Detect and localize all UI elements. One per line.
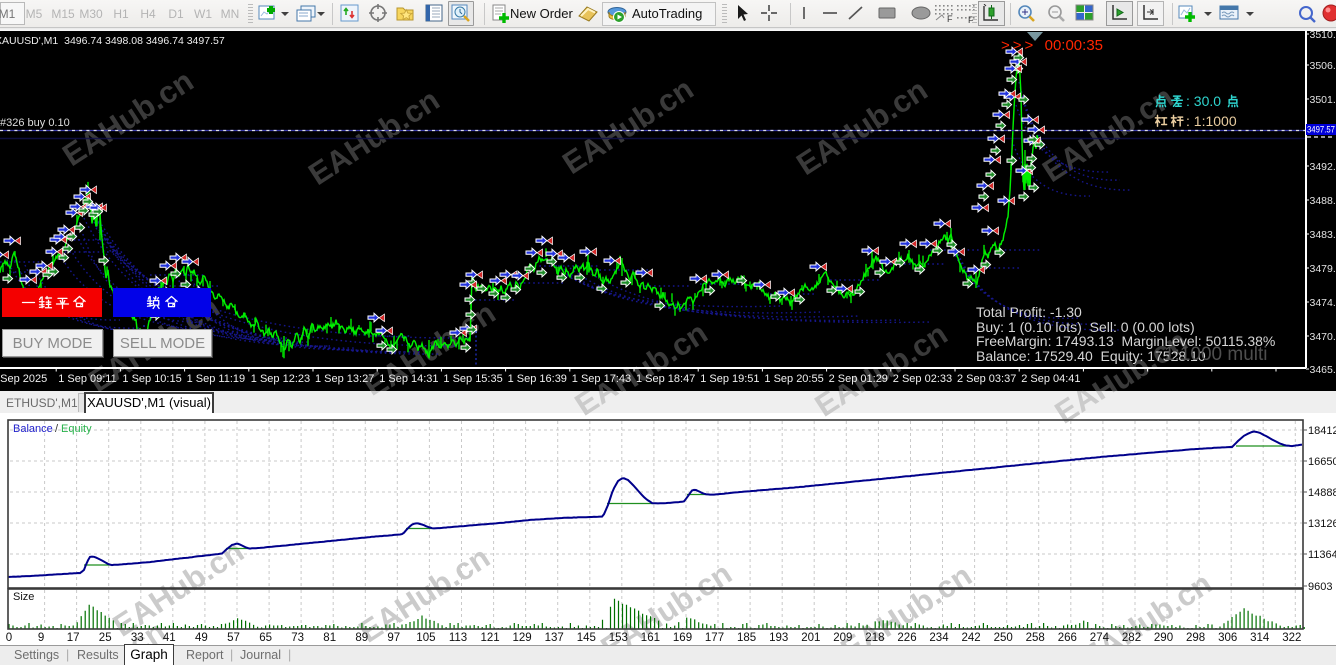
svg-text:113: 113 bbox=[449, 632, 467, 644]
svg-text:3474.6: 3474.6 bbox=[1310, 297, 1336, 309]
svg-text:EAHub.cn: EAHub.cn bbox=[56, 63, 199, 173]
svg-text:226: 226 bbox=[897, 632, 916, 644]
svg-text:97: 97 bbox=[387, 632, 400, 644]
svg-text:121: 121 bbox=[481, 632, 500, 644]
svg-text:201: 201 bbox=[801, 632, 820, 644]
svg-text:2 Sep 01:29: 2 Sep 01:29 bbox=[829, 373, 888, 385]
svg-text:/: / bbox=[55, 423, 59, 435]
svg-text:57: 57 bbox=[227, 632, 240, 644]
svg-text:33: 33 bbox=[131, 632, 144, 644]
svg-text:1 Sep 16:39: 1 Sep 16:39 bbox=[508, 373, 567, 385]
svg-text:16650: 16650 bbox=[1308, 456, 1336, 468]
svg-text:1 Sep 19:51: 1 Sep 19:51 bbox=[700, 373, 759, 385]
svg-text:3470.0: 3470.0 bbox=[1310, 331, 1336, 343]
svg-text:Balance: Balance bbox=[13, 423, 53, 435]
svg-text:25: 25 bbox=[99, 632, 112, 644]
svg-text:3501.6: 3501.6 bbox=[1310, 94, 1336, 106]
svg-text:1 Sep 17:43: 1 Sep 17:43 bbox=[572, 373, 631, 385]
svg-text:3492.6: 3492.6 bbox=[1310, 161, 1336, 173]
svg-text:: 30.0: : 30.0 bbox=[1186, 93, 1221, 109]
svg-text:73: 73 bbox=[291, 632, 304, 644]
svg-text:177: 177 bbox=[705, 632, 724, 644]
svg-text:EAHub.cn: EAHub.cn bbox=[556, 71, 699, 181]
svg-text:2 Sep 04:41: 2 Sep 04:41 bbox=[1021, 373, 1080, 385]
svg-text:3488.1: 3488.1 bbox=[1310, 195, 1336, 207]
svg-text:11364: 11364 bbox=[1308, 549, 1336, 561]
svg-text:234: 234 bbox=[929, 632, 949, 644]
svg-text:290: 290 bbox=[1154, 632, 1173, 644]
svg-text:0: 0 bbox=[6, 632, 12, 644]
svg-text:153: 153 bbox=[609, 632, 628, 644]
svg-text:1 Sep 20:55: 1 Sep 20:55 bbox=[764, 373, 823, 385]
svg-text:105: 105 bbox=[416, 632, 435, 644]
svg-text:266: 266 bbox=[1058, 632, 1077, 644]
svg-text:169: 169 bbox=[673, 632, 692, 644]
svg-text:306: 306 bbox=[1218, 632, 1237, 644]
svg-text:2 Sep 02:33: 2 Sep 02:33 bbox=[893, 373, 952, 385]
svg-text:Equity: Equity bbox=[61, 423, 92, 435]
svg-text:3497.57: 3497.57 bbox=[1307, 125, 1335, 135]
svg-text:Size: Size bbox=[13, 591, 34, 603]
svg-text:17: 17 bbox=[67, 632, 80, 644]
svg-text:274: 274 bbox=[1090, 632, 1110, 644]
svg-text:314: 314 bbox=[1250, 632, 1270, 644]
svg-text:282: 282 bbox=[1122, 632, 1141, 644]
svg-text:1 Sep 14:31: 1 Sep 14:31 bbox=[379, 373, 438, 385]
svg-text:129: 129 bbox=[513, 632, 532, 644]
svg-text:EAHub.cn: EAHub.cn bbox=[790, 72, 933, 182]
svg-text:3506.2: 3506.2 bbox=[1310, 60, 1336, 72]
svg-text:EAHub.cn: EAHub.cn bbox=[302, 82, 445, 192]
svg-text:F: F bbox=[947, 14, 953, 24]
svg-text:209: 209 bbox=[833, 632, 852, 644]
svg-text:1 Sep 12:23: 1 Sep 12:23 bbox=[251, 373, 310, 385]
svg-text:18412: 18412 bbox=[1308, 425, 1336, 437]
svg-text:137: 137 bbox=[545, 632, 564, 644]
svg-text:3479.1: 3479.1 bbox=[1310, 263, 1336, 275]
svg-text:218: 218 bbox=[865, 632, 884, 644]
svg-text:1 Sep 13:27: 1 Sep 13:27 bbox=[315, 373, 374, 385]
svg-text:1 Sep 09:11: 1 Sep 09:11 bbox=[58, 373, 117, 385]
svg-text:250: 250 bbox=[994, 632, 1013, 644]
svg-text:1 Sep 18:47: 1 Sep 18:47 bbox=[636, 373, 695, 385]
svg-text:: 1:1000: : 1:1000 bbox=[1186, 113, 1237, 129]
svg-text:81: 81 bbox=[323, 632, 336, 644]
svg-text:89: 89 bbox=[355, 632, 368, 644]
svg-text:3483.6: 3483.6 bbox=[1310, 229, 1336, 241]
svg-text:13126: 13126 bbox=[1308, 518, 1336, 530]
svg-text:193: 193 bbox=[769, 632, 788, 644]
svg-text:242: 242 bbox=[962, 632, 981, 644]
svg-text:14888: 14888 bbox=[1308, 487, 1336, 499]
svg-text:2 Sep 03:37: 2 Sep 03:37 bbox=[957, 373, 1016, 385]
svg-text:9: 9 bbox=[38, 632, 44, 644]
svg-text:41: 41 bbox=[163, 632, 176, 644]
svg-text:185: 185 bbox=[737, 632, 756, 644]
svg-text:298: 298 bbox=[1186, 632, 1205, 644]
svg-text:1 Sep 11:19: 1 Sep 11:19 bbox=[187, 373, 246, 385]
svg-text:145: 145 bbox=[577, 632, 596, 644]
svg-text:322: 322 bbox=[1282, 632, 1301, 644]
svg-text:3510.7: 3510.7 bbox=[1310, 31, 1336, 41]
svg-text:161: 161 bbox=[641, 632, 660, 644]
svg-text:1 Sep 10:15: 1 Sep 10:15 bbox=[122, 373, 181, 385]
svg-text:49: 49 bbox=[195, 632, 208, 644]
svg-text:65: 65 bbox=[259, 632, 272, 644]
svg-text:1 Sep 15:35: 1 Sep 15:35 bbox=[443, 373, 502, 385]
svg-text:1 Sep 2025: 1 Sep 2025 bbox=[0, 373, 47, 385]
svg-text:9603: 9603 bbox=[1308, 581, 1332, 593]
svg-text:258: 258 bbox=[1026, 632, 1045, 644]
